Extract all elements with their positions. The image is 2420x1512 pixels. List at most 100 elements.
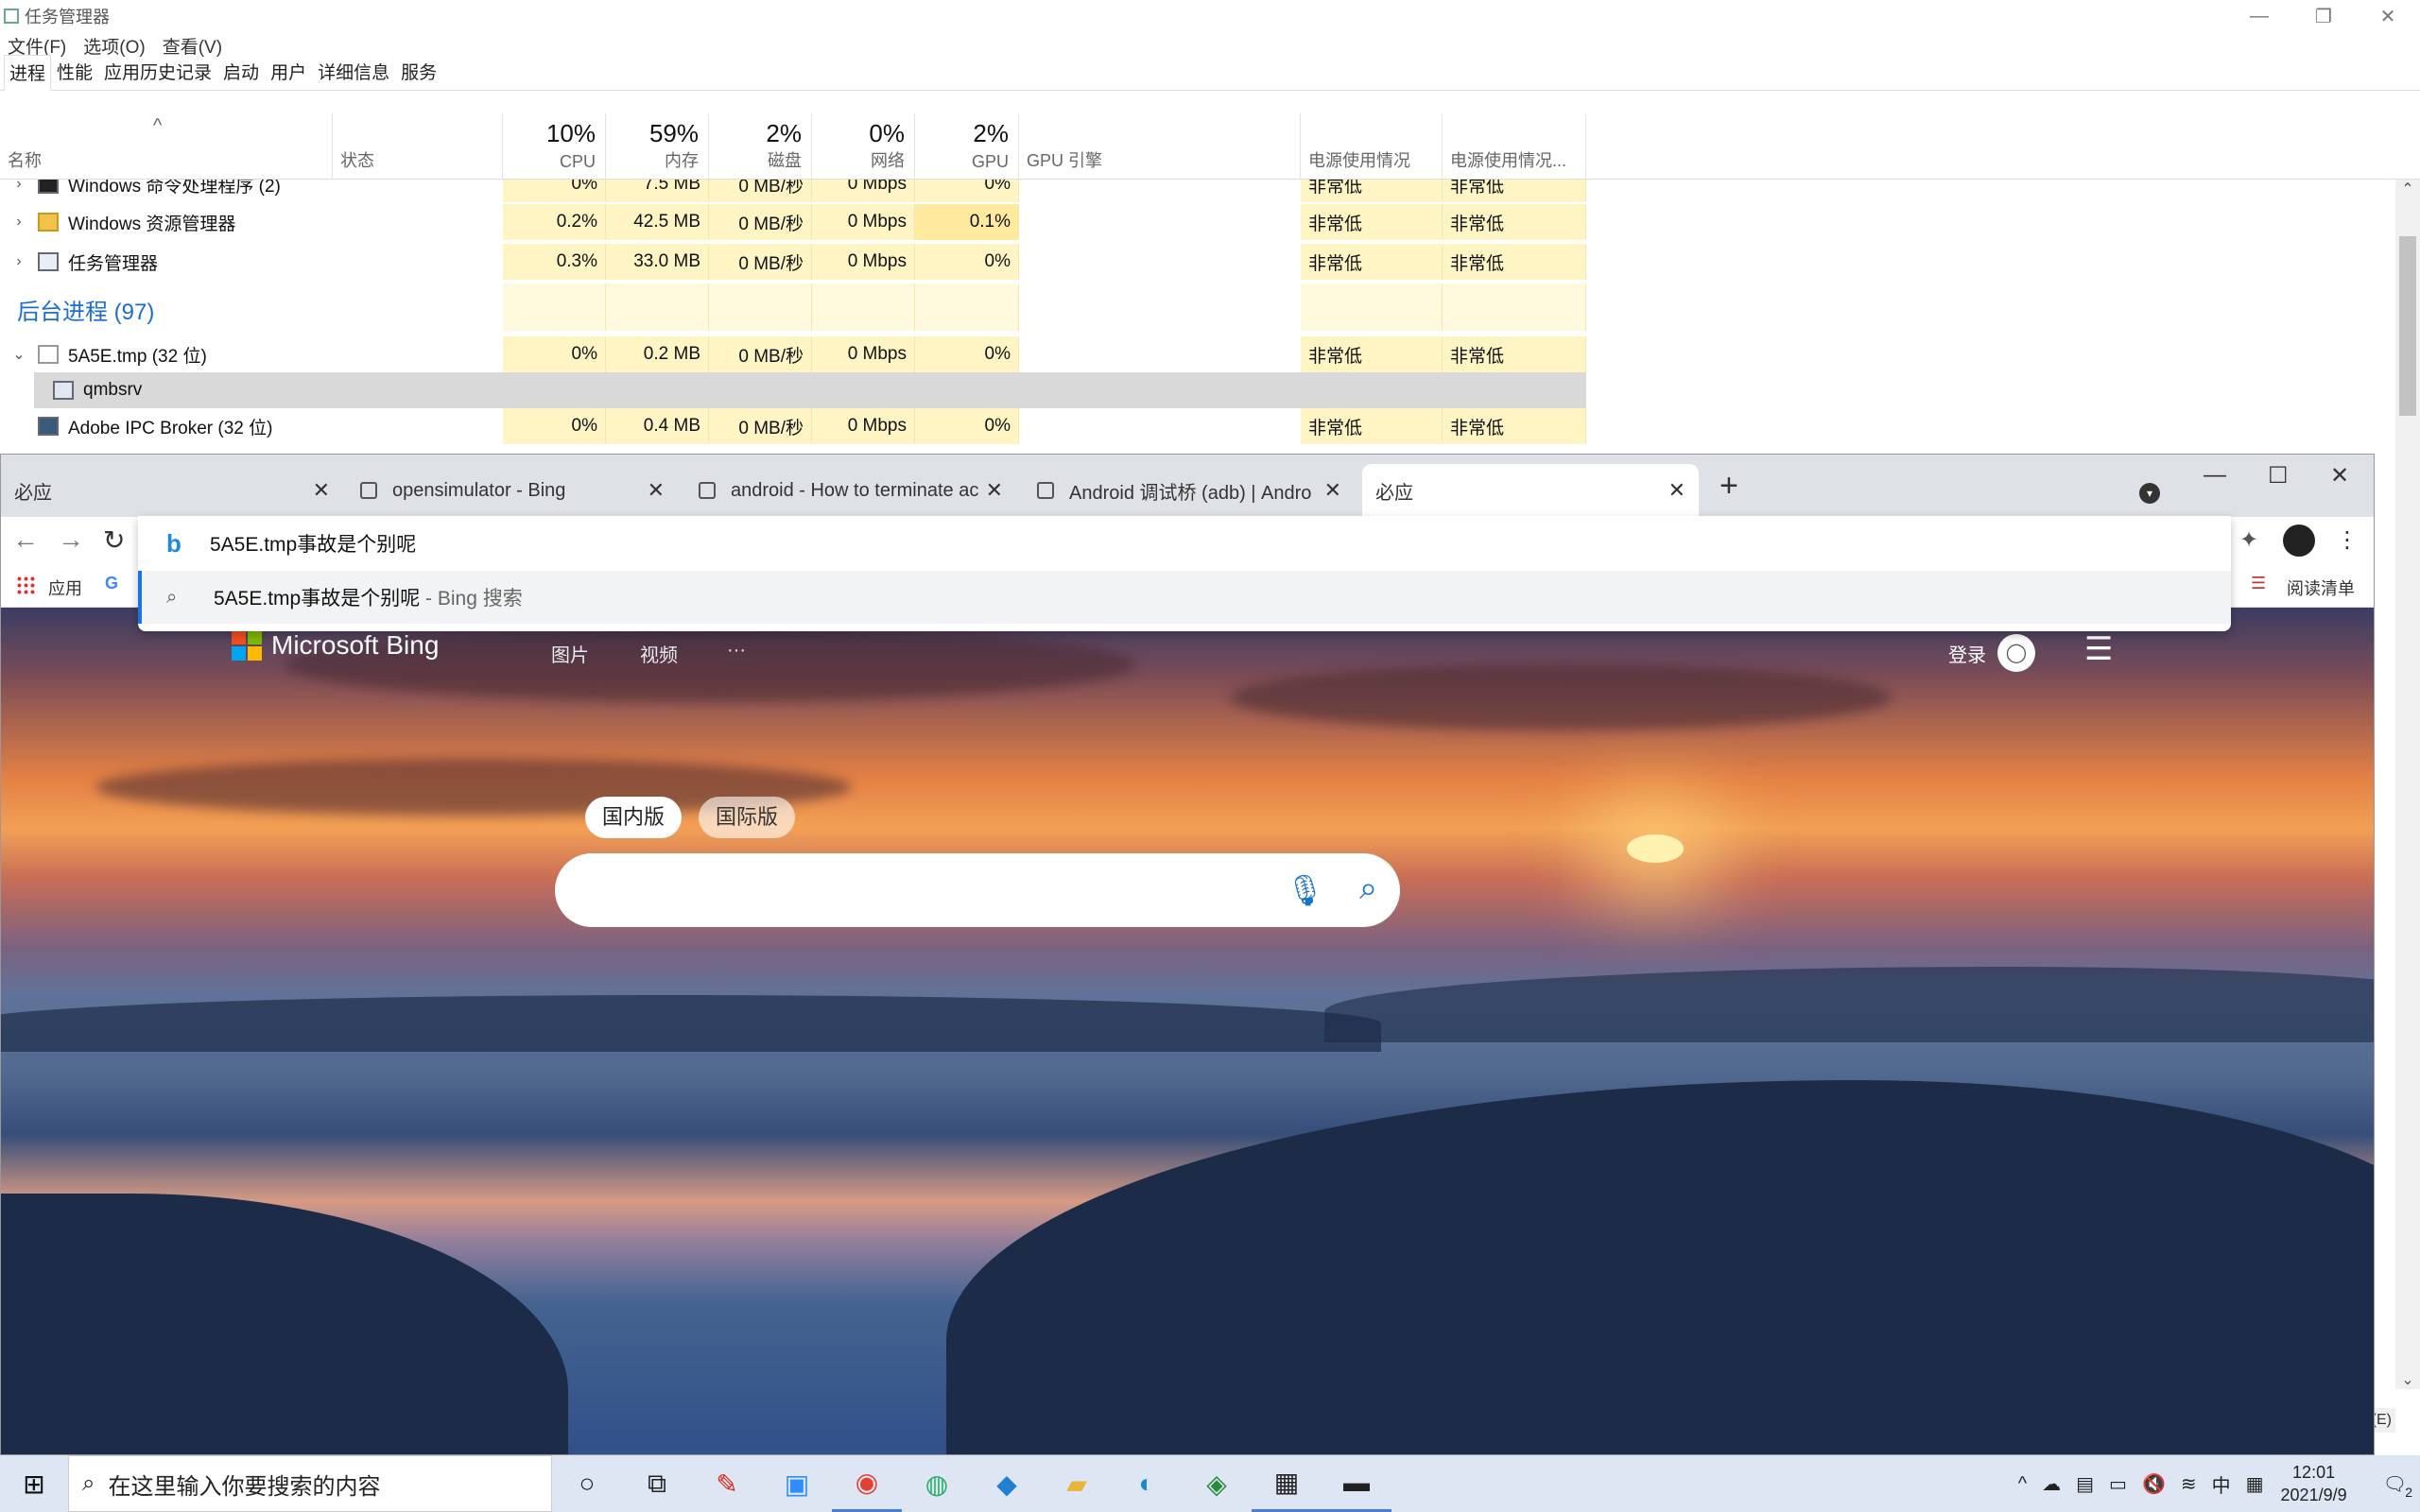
close-tab-icon[interactable]: ✕ <box>986 478 1003 503</box>
table-row[interactable]: › Windows 资源管理器 0.2% 42.5 MB 0 MB/秒 0 Mb… <box>0 204 1588 240</box>
terminal-icon[interactable]: ▬ <box>1322 1455 1392 1512</box>
reading-list[interactable]: 阅读清单 <box>2287 576 2355 600</box>
search-icon[interactable]: ⌕ <box>1359 870 1377 907</box>
volume-muted-icon[interactable]: 🔇 <box>2142 1472 2166 1496</box>
col-memory[interactable]: 59% 内存 <box>606 113 709 180</box>
col-name[interactable]: ^ 名称 <box>0 113 333 180</box>
scroll-up-icon[interactable]: ⌃ <box>2395 180 2420 198</box>
forward-icon[interactable]: → <box>58 524 84 555</box>
ime-indicator[interactable]: 中 <box>2212 1470 2231 1498</box>
vscode-icon[interactable]: ◆ <box>972 1455 1042 1512</box>
close-tab-icon[interactable]: ✕ <box>648 478 665 503</box>
nav-videos[interactable]: 视频 <box>640 640 678 667</box>
windows-start-icon[interactable]: ⊞ <box>0 1455 68 1512</box>
browser-tab[interactable]: opensimulator - Bing ✕ <box>347 464 678 517</box>
extensions-icon[interactable]: ✦ <box>2239 526 2258 554</box>
restore-button[interactable]: ❐ <box>2291 0 2356 32</box>
minimize-button[interactable]: — <box>2227 0 2291 32</box>
bing-logo[interactable]: Microsoft Bing <box>232 630 439 661</box>
nav-more[interactable]: ··· <box>727 640 746 662</box>
table-row[interactable]: › Windows 命令处理程序 (2) 0% 7.5 MB 0 MB/秒 0 … <box>0 180 1588 202</box>
battery-icon[interactable]: ▭ <box>2109 1472 2127 1496</box>
file-explorer-icon[interactable]: ▰ <box>1042 1455 1112 1512</box>
hamburger-menu-icon[interactable]: ☰ <box>2084 630 2113 668</box>
table-row[interactable]: ⌄ 5A5E.tmp (32 位) 0% 0.2 MB 0 MB/秒 0 Mbp… <box>0 336 1588 372</box>
reload-icon[interactable]: ↻ <box>103 524 125 556</box>
app-red-icon[interactable]: ✎ <box>692 1455 762 1512</box>
back-icon[interactable]: ← <box>12 524 39 555</box>
col-gpu-engine[interactable]: GPU 引擎 <box>1019 113 1301 180</box>
col-gpu[interactable]: 2% GPU <box>915 113 1019 180</box>
col-disk[interactable]: 2% 磁盘 <box>709 113 812 180</box>
tab-strip: 必应 ✕ opensimulator - Bing ✕ android - Ho… <box>1 455 2374 517</box>
new-tab-button[interactable]: + <box>1720 468 1738 505</box>
minimize-button[interactable]: — <box>2204 462 2226 489</box>
android-studio-icon[interactable]: ◈ <box>1182 1455 1252 1512</box>
taskbar-search[interactable]: ⌕ 在这里输入你要搜索的内容 <box>68 1455 552 1512</box>
bing-search-box[interactable]: 🎙 ⌕ <box>555 853 1400 927</box>
table-row[interactable]: qmbsrv <box>0 372 1588 408</box>
search-suggestion[interactable]: ⌕ 5A5E.tmp事故是个别呢 - Bing 搜索 <box>138 571 2231 624</box>
expand-icon[interactable]: › <box>0 180 38 193</box>
tab-performance[interactable]: 性能 <box>51 54 98 90</box>
nav-images[interactable]: 图片 <box>551 640 589 667</box>
tab-users[interactable]: 用户 <box>265 54 312 90</box>
table-row[interactable]: › 任务管理器 0.3% 33.0 MB 0 MB/秒 0 Mbps 0% 非常… <box>0 244 1588 280</box>
collapse-icon[interactable]: ⌄ <box>0 345 38 364</box>
cortana-icon[interactable]: ○ <box>552 1455 622 1512</box>
microphone-icon[interactable]: 🎙 <box>1286 872 1324 908</box>
clock[interactable]: 12:01 2021/9/9 <box>2281 1461 2347 1506</box>
close-button[interactable]: ✕ <box>2330 462 2349 490</box>
col-power[interactable]: 电源使用情况 <box>1301 113 1443 180</box>
network-cell: 0 Mbps <box>812 180 915 202</box>
browser-tab[interactable]: android - How to terminate ac ✕ <box>685 464 1016 517</box>
app-grid-icon[interactable]: ▦ <box>2246 1472 2264 1496</box>
tab-processes[interactable]: 进程 <box>4 55 52 91</box>
browser-tab[interactable]: Android 调试桥 (adb) | Andro ✕ <box>1024 464 1355 517</box>
omnibox-input[interactable]: b 5A5E.tmp事故是个别呢 <box>138 516 2231 571</box>
browser-tab[interactable]: 必应 ✕ <box>1 464 343 517</box>
zoom-icon[interactable]: ▣ <box>762 1455 832 1512</box>
region-intl-button[interactable]: 国际版 <box>699 797 796 838</box>
apps-grid-icon[interactable] <box>16 576 35 594</box>
task-view-icon[interactable]: ⧉ <box>622 1455 692 1512</box>
wifi-icon[interactable]: ≋ <box>2181 1472 2197 1496</box>
tab-startup[interactable]: 启动 <box>217 54 265 90</box>
chrome-icon[interactable]: ◉ <box>832 1455 902 1512</box>
browser-tab-active[interactable]: 必应 ✕ <box>1362 464 1699 517</box>
col-network[interactable]: 0% 网络 <box>812 113 915 180</box>
col-cpu[interactable]: 10% CPU <box>503 113 606 180</box>
apps-bookmark[interactable]: 应用 <box>48 576 82 600</box>
expand-icon[interactable]: › <box>0 253 38 270</box>
security-icon[interactable]: ▤ <box>2076 1472 2094 1496</box>
profile-avatar[interactable] <box>2283 524 2315 557</box>
tab-services[interactable]: 服务 <box>395 54 442 90</box>
scroll-thumb[interactable] <box>2399 236 2416 416</box>
google-icon[interactable]: G <box>105 574 118 593</box>
chevron-up-icon[interactable]: ^ <box>2018 1473 2027 1495</box>
menu-icon[interactable]: ⋮ <box>2336 526 2359 554</box>
task-manager-icon[interactable]: ▦ <box>1252 1455 1322 1512</box>
login-button[interactable]: 登录 ◯ <box>1948 634 2035 672</box>
tab-app-history[interactable]: 应用历史记录 <box>98 54 217 90</box>
col-power-trend[interactable]: 电源使用情况... <box>1443 113 1586 180</box>
col-network-label: 网络 <box>871 151 905 170</box>
maximize-button[interactable]: ☐ <box>2268 462 2289 490</box>
region-cn-button[interactable]: 国内版 <box>585 797 683 838</box>
edge-icon[interactable]: ◐ <box>1112 1455 1182 1512</box>
close-tab-icon[interactable]: ✕ <box>313 478 330 503</box>
wechat-icon[interactable]: ◍ <box>902 1455 972 1512</box>
close-tab-icon[interactable]: ✕ <box>1324 478 1341 503</box>
tab-search-icon[interactable]: ▾ <box>2139 483 2160 504</box>
tab-details[interactable]: 详细信息 <box>312 54 395 90</box>
cloud-icon[interactable]: ☁ <box>2042 1472 2061 1496</box>
close-tab-icon[interactable]: ✕ <box>1668 478 1685 503</box>
notification-icon[interactable]: 🗨 2 <box>2383 1472 2412 1500</box>
close-button[interactable]: ✕ <box>2356 0 2420 32</box>
col-status[interactable]: 状态 <box>333 113 503 180</box>
vertical-scrollbar[interactable]: ⌃ ⌄ <box>2395 180 2420 1389</box>
expand-icon[interactable]: › <box>0 214 38 231</box>
table-row[interactable]: Adobe IPC Broker (32 位) 0% 0.4 MB 0 MB/秒… <box>0 408 1588 444</box>
reading-list-icon[interactable]: ☰ <box>2251 574 2266 593</box>
scroll-down-icon[interactable]: ⌄ <box>2395 1370 2420 1389</box>
